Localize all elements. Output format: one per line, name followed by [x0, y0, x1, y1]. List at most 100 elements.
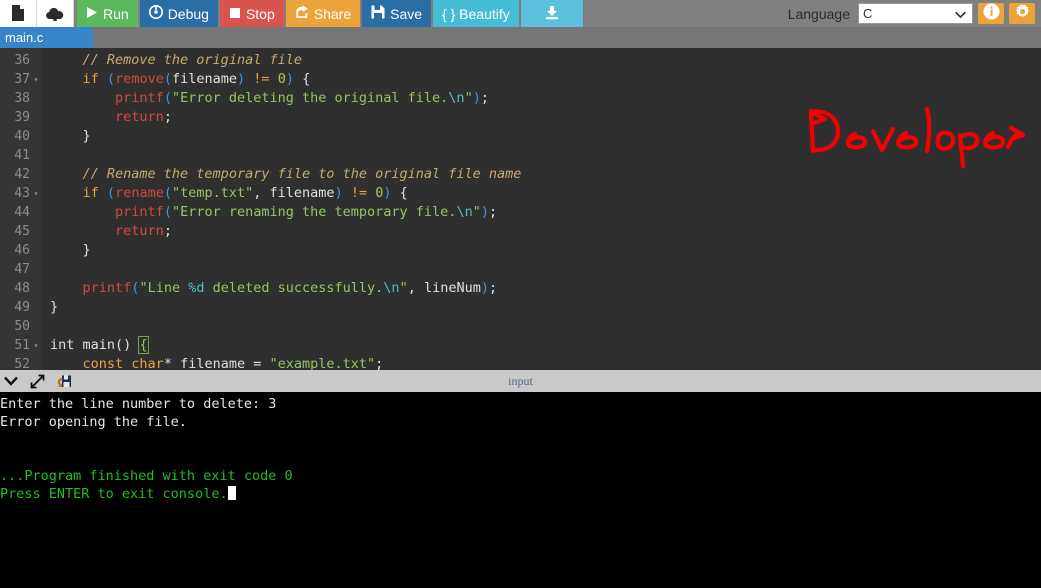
square-icon	[229, 6, 241, 22]
code-token: const	[82, 356, 124, 370]
code-token: ,	[253, 185, 270, 201]
line-number: 52	[14, 357, 30, 370]
fold-toggle-icon[interactable]: ▾	[30, 70, 42, 89]
code-text: if (rename("temp.txt", filename) != 0) {	[42, 184, 408, 203]
code-token: rename	[115, 185, 164, 201]
cloud-upload-icon	[45, 6, 65, 22]
code-token: ()	[115, 337, 132, 353]
console-toolbar: input	[0, 370, 1041, 394]
console-output[interactable]: Enter the line number to delete: 3 Error …	[0, 394, 1041, 588]
code-token: main	[82, 337, 116, 353]
code-token: filename	[180, 356, 246, 370]
line-number: 38	[14, 91, 30, 106]
code-token: %d	[188, 280, 205, 296]
code-token: ;	[488, 204, 498, 220]
code-line[interactable]: 47	[0, 260, 1041, 279]
save-button[interactable]: Save	[362, 0, 434, 27]
console-line: Press ENTER to exit console.	[0, 485, 1041, 503]
download-button[interactable]	[520, 0, 585, 27]
code-line[interactable]: 48 printf("Line %d deleted successfully.…	[0, 279, 1041, 298]
code-editor[interactable]: 36 // Remove the original file 37 ▾ if (re…	[0, 48, 1041, 370]
code-token: char	[131, 356, 164, 370]
code-line[interactable]: 46 }	[0, 241, 1041, 260]
code-token: )	[237, 71, 246, 87]
play-icon	[86, 6, 98, 22]
fold-toggle-icon[interactable]: ▾	[30, 336, 42, 355]
fold-toggle-icon[interactable]: ▾	[30, 184, 42, 203]
code-token: printf	[115, 204, 164, 220]
beautify-button-label: { } Beautify	[442, 5, 510, 22]
new-file-button[interactable]	[0, 0, 37, 27]
debug-button[interactable]: Debug	[139, 0, 220, 27]
code-line[interactable]: 40 }	[0, 127, 1041, 146]
console-toolbar-icons	[4, 370, 72, 392]
code-line[interactable]: 37 ▾ if (remove(filename) != 0) {	[0, 70, 1041, 89]
code-content[interactable]: 36 // Remove the original file 37 ▾ if (re…	[0, 48, 1041, 370]
code-token: filename	[269, 185, 335, 201]
console-line-text: Error opening the file.	[0, 414, 187, 430]
share-button[interactable]: Share	[285, 0, 363, 27]
document-icon	[11, 5, 25, 22]
code-line[interactable]: 51 ▾ int main() {	[0, 336, 1041, 355]
code-token: "	[399, 280, 408, 296]
code-line[interactable]: 41	[0, 146, 1041, 165]
console-line-text: Enter the line number to delete: 3	[0, 396, 277, 412]
chevron-down-icon[interactable]	[4, 376, 18, 386]
code-text: printf("Line %d deleted successfully.\n"…	[42, 279, 498, 298]
code-line[interactable]: 49}	[0, 298, 1041, 317]
stop-button[interactable]: Stop	[219, 0, 286, 27]
code-token: ,	[407, 280, 424, 296]
console-title: input	[508, 373, 533, 388]
code-line[interactable]: 36 // Remove the original file	[0, 51, 1041, 70]
expand-arrows-icon[interactable]	[30, 374, 45, 389]
tab-main-c[interactable]: main.c	[0, 27, 93, 48]
code-line[interactable]: 45 return;	[0, 222, 1041, 241]
code-text: // Rename the temporary file to the orig…	[42, 165, 522, 184]
code-text: printf("Error renaming the temporary fil…	[42, 203, 497, 222]
save-snapshot-icon[interactable]	[57, 374, 72, 389]
settings-button[interactable]	[1009, 3, 1035, 24]
code-line[interactable]: 44 printf("Error renaming the temporary …	[0, 203, 1041, 222]
language-select[interactable]: C	[858, 3, 973, 24]
debug-icon	[148, 5, 163, 22]
code-line[interactable]: 42 // Rename the temporary file to the o…	[0, 165, 1041, 184]
code-token: )	[472, 90, 481, 106]
code-token: *	[163, 356, 181, 370]
line-number: 49	[14, 300, 30, 315]
tab-bar: main.c	[0, 27, 1041, 48]
line-number: 36	[14, 53, 30, 68]
code-token: !=	[253, 71, 270, 87]
code-line[interactable]: 50	[0, 317, 1041, 336]
code-token: )	[334, 185, 343, 201]
code-line[interactable]: 38 printf("Error deleting the original f…	[0, 89, 1041, 108]
code-token: }	[50, 242, 91, 258]
run-button-label: Run	[103, 5, 129, 22]
run-button[interactable]: Run	[77, 0, 140, 27]
tab-label: main.c	[5, 30, 44, 45]
line-number: 50	[14, 319, 30, 334]
code-token: ;	[489, 280, 498, 296]
code-line[interactable]: 52 const char* filename = "example.txt";	[0, 355, 1041, 370]
info-button[interactable]	[978, 3, 1004, 24]
code-line[interactable]: 43 ▾ if (rename("temp.txt", filename) != …	[0, 184, 1041, 203]
code-line[interactable]: 39 return;	[0, 108, 1041, 127]
code-token: ;	[163, 223, 172, 239]
info-icon	[983, 3, 1000, 25]
upload-file-button[interactable]	[37, 0, 74, 27]
console-cursor	[227, 486, 236, 500]
code-token: 0	[277, 71, 286, 87]
code-token: ;	[480, 90, 489, 106]
code-token: (	[106, 71, 116, 87]
code-text: return;	[42, 108, 172, 127]
code-token: {	[391, 185, 408, 201]
beautify-button[interactable]: { } Beautify	[433, 0, 521, 27]
code-token: \n	[456, 204, 473, 220]
